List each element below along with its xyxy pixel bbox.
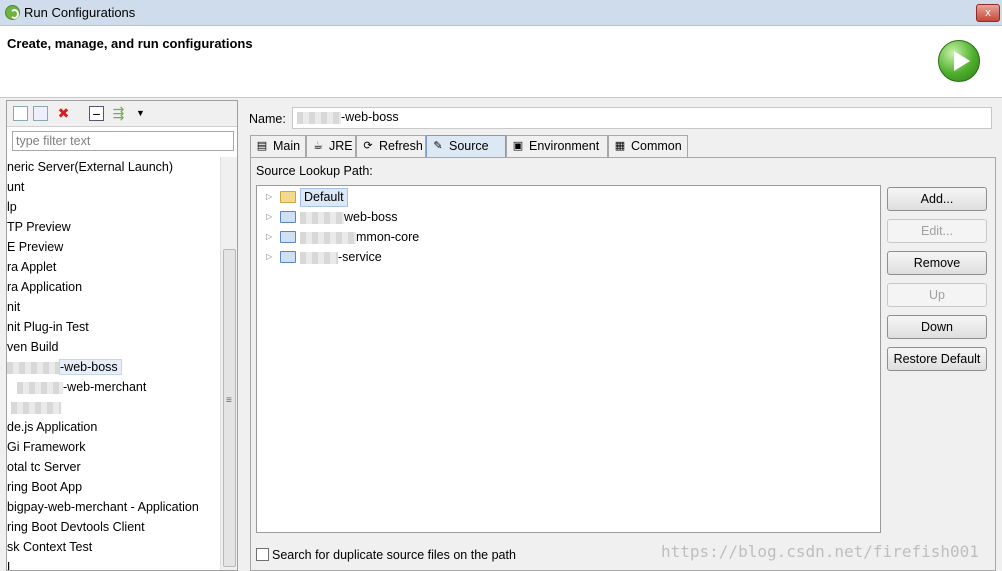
view-menu-chevron-down-icon[interactable]: ▼ <box>133 106 148 121</box>
expand-chevron-icon[interactable]: ▷ <box>266 247 272 267</box>
environment-tab-icon: ▣ <box>512 140 524 152</box>
tree-item[interactable]: neric Server(External Launch) <box>7 157 219 177</box>
spring-app-icon <box>5 5 20 20</box>
project-folder-icon <box>280 251 296 263</box>
banner-heading: Create, manage, and run configurations <box>7 36 253 51</box>
tree-item[interactable]: otal tc Server <box>7 457 219 477</box>
tree-item[interactable]: L <box>7 557 219 570</box>
duplicate-config-icon[interactable] <box>33 106 48 121</box>
filter-input[interactable] <box>12 131 234 151</box>
tab-common[interactable]: ▦ Common <box>608 135 688 157</box>
tree-item[interactable]: unt <box>7 177 219 197</box>
tree-item[interactable]: ra Application <box>7 277 219 297</box>
tree-item[interactable] <box>7 397 219 417</box>
name-field[interactable]: -web-boss <box>292 107 992 129</box>
project-folder-icon <box>280 231 296 243</box>
duplicate-search-checkbox[interactable]: Search for duplicate source files on the… <box>256 548 516 562</box>
common-tab-icon: ▦ <box>614 140 626 152</box>
new-config-icon[interactable] <box>13 106 28 121</box>
delete-config-icon[interactable]: ✖ <box>56 106 71 121</box>
left-toolbar: ✖ − ⇶ ▼ <box>7 101 237 127</box>
expand-chevron-icon[interactable]: ▷ <box>266 187 272 207</box>
window-title: Run Configurations <box>24 5 136 20</box>
tree-item[interactable]: sk Context Test <box>7 537 219 557</box>
tab-refresh[interactable]: ⟳ Refresh <box>356 135 426 157</box>
tree-item[interactable]: E Preview <box>7 237 219 257</box>
tree-item[interactable]: -web-merchant <box>7 377 219 397</box>
main-tab-icon: ▤ <box>256 140 268 152</box>
expand-chevron-icon[interactable]: ▷ <box>266 227 272 247</box>
source-lookup-tree: ▷ Default ▷ web-boss ▷ mmon-core ▷ -serv… <box>256 185 881 533</box>
scrollbar-thumb[interactable] <box>223 249 236 567</box>
checkbox-box[interactable] <box>256 548 269 561</box>
watermark-url: https://blog.csdn.net/firefish001 <box>661 542 979 561</box>
tree-item[interactable]: bigpay-web-merchant - Application <box>7 497 219 517</box>
window-close-button[interactable]: x <box>976 4 1000 22</box>
tree-item[interactable]: lp <box>7 197 219 217</box>
tree-item[interactable]: ra Applet <box>7 257 219 277</box>
source-lookup-label: Source Lookup Path: <box>256 164 373 178</box>
refresh-tab-icon: ⟳ <box>363 140 373 152</box>
tree-item[interactable]: nit <box>7 297 219 317</box>
collapse-all-icon[interactable]: − <box>89 106 104 122</box>
tab-source[interactable]: ✎ Source <box>426 135 506 157</box>
up-button[interactable]: Up <box>887 283 987 307</box>
tab-main[interactable]: ▤ Main <box>250 135 306 157</box>
remove-button[interactable]: Remove <box>887 251 987 275</box>
source-tab-panel: Source Lookup Path: ▷ Default ▷ web-boss… <box>250 157 996 571</box>
tree-scrollbar[interactable] <box>220 157 237 570</box>
add-button[interactable]: Add... <box>887 187 987 211</box>
name-label: Name: <box>249 112 286 126</box>
edit-button[interactable]: Edit... <box>887 219 987 243</box>
folder-icon <box>280 191 296 203</box>
config-tree: neric Server(External Launch) unt lp TP … <box>7 157 219 570</box>
jre-tab-icon: ☕ <box>313 140 323 152</box>
dialog-banner: Create, manage, and run configurations <box>0 26 1002 98</box>
tree-item[interactable]: Gi Framework <box>7 437 219 457</box>
filter-config-icon[interactable]: ⇶ <box>111 106 126 121</box>
config-editor-pane: Name: -web-boss ▤ Main ☕ JRE ⟳ Refresh ✎ Sou… <box>244 100 1002 571</box>
tab-jre[interactable]: ☕ JRE <box>306 135 356 157</box>
tree-item[interactable]: ring Boot Devtools Client <box>7 517 219 537</box>
run-icon <box>938 40 980 82</box>
down-button[interactable]: Down <box>887 315 987 339</box>
expand-chevron-icon[interactable]: ▷ <box>266 207 272 227</box>
tree-item[interactable]: ring Boot App <box>7 477 219 497</box>
title-bar: Run Configurations x <box>0 0 1002 26</box>
tree-item[interactable]: TP Preview <box>7 217 219 237</box>
tab-environment[interactable]: ▣ Environment <box>506 135 608 157</box>
source-tab-icon: ✎ <box>433 140 443 152</box>
tree-item[interactable]: de.js Application <box>7 417 219 437</box>
project-folder-icon <box>280 211 296 223</box>
tree-item[interactable]: nit Plug-in Test <box>7 317 219 337</box>
config-type-pane: ✖ − ⇶ ▼ neric Server(External Launch) un… <box>6 100 238 571</box>
restore-default-button[interactable]: Restore Default <box>887 347 987 371</box>
tree-item-selected[interactable]: -web-boss <box>7 357 219 377</box>
tree-item[interactable]: ven Build <box>7 337 219 357</box>
